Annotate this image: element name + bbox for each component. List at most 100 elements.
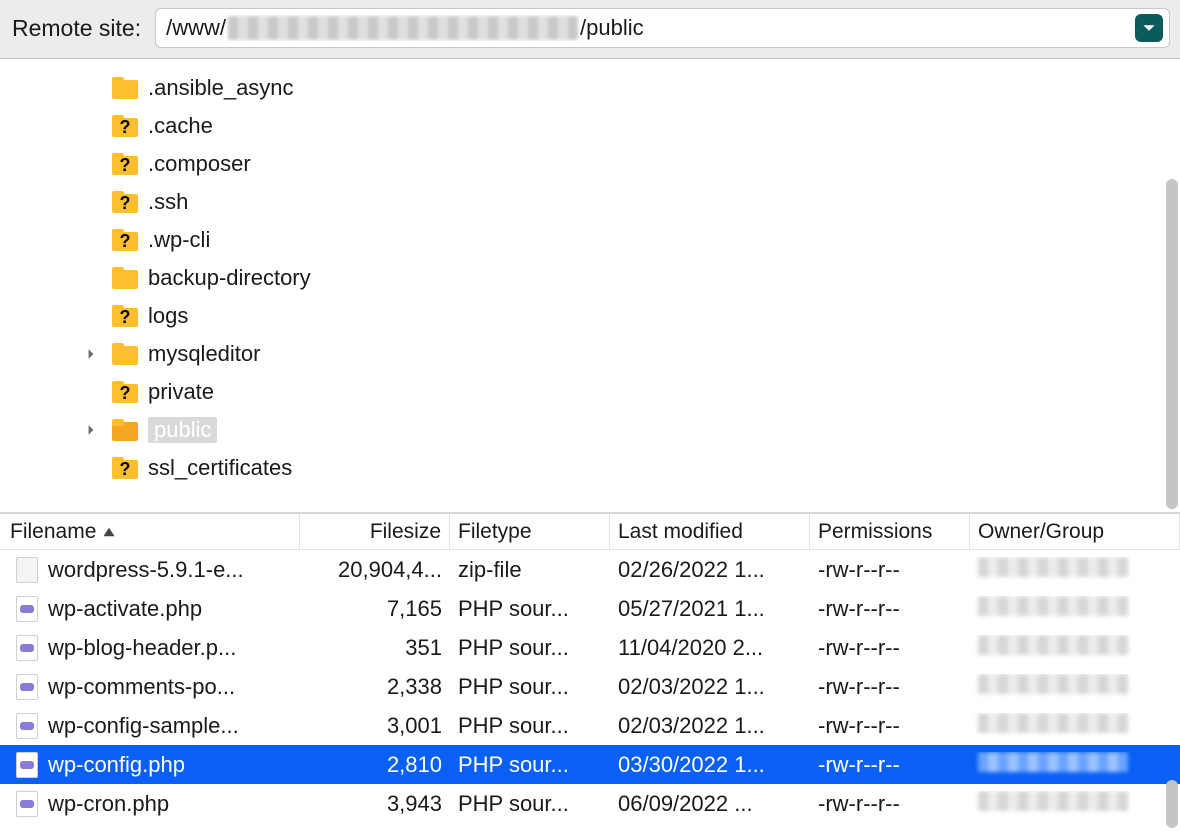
column-header-filename[interactable]: Filename	[0, 514, 300, 549]
column-label: Filetype	[458, 520, 532, 544]
tree-item[interactable]: ? private	[0, 373, 1180, 411]
path-suffix: /public	[580, 15, 644, 41]
remote-site-label: Remote site:	[12, 15, 145, 42]
php-file-icon	[16, 635, 38, 661]
file-name-cell: wp-comments-po...	[8, 674, 300, 700]
remote-directory-tree[interactable]: .ansible_async ?.cache?.composer? .ssh? .wp…	[0, 59, 1180, 514]
file-row[interactable]: wp-activate.php7,165PHP sour...05/27/202…	[0, 589, 1180, 628]
file-modified: 02/03/2022 1...	[610, 674, 810, 700]
php-file-icon	[16, 674, 38, 700]
tree-item[interactable]: ?ssl_certificates	[0, 449, 1180, 487]
expand-chevron-icon[interactable]	[80, 348, 102, 360]
remote-file-list[interactable]: Filename Filesize Filetype Last modified…	[0, 514, 1180, 834]
tree-item[interactable]: .ansible_async	[0, 69, 1180, 107]
file-size: 2,338	[300, 674, 450, 700]
folder-icon	[112, 77, 138, 99]
file-name: wordpress-5.9.1-e...	[48, 557, 244, 583]
file-modified: 02/26/2022 1...	[610, 557, 810, 583]
file-name-cell: wp-blog-header.p...	[8, 635, 300, 661]
file-name: wp-cron.php	[48, 791, 169, 817]
file-name-cell: wordpress-5.9.1-e...	[8, 557, 300, 583]
path-prefix: /www/	[166, 15, 226, 41]
question-mark-icon: ?	[112, 384, 138, 403]
file-owner	[970, 674, 1180, 700]
sort-ascending-icon	[102, 525, 116, 539]
file-name-cell: wp-activate.php	[8, 596, 300, 622]
remote-path-text: /www/ /public	[166, 15, 1135, 41]
file-type: PHP sour...	[450, 596, 610, 622]
file-row[interactable]: wp-blog-header.p...351PHP sour...11/04/2…	[0, 628, 1180, 667]
file-permissions: -rw-r--r--	[810, 557, 970, 583]
column-label: Permissions	[818, 520, 932, 544]
question-mark-icon: ?	[112, 194, 138, 213]
file-name-cell: wp-config.php	[8, 752, 300, 778]
tree-item-label: .wp-cli	[148, 227, 210, 253]
path-dropdown-button[interactable]	[1135, 14, 1163, 42]
file-size: 7,165	[300, 596, 450, 622]
tree-item-label: backup-directory	[148, 265, 311, 291]
column-label: Filename	[10, 520, 96, 544]
column-header-filesize[interactable]: Filesize	[300, 514, 450, 549]
file-name: wp-activate.php	[48, 596, 202, 622]
expand-chevron-icon[interactable]	[80, 424, 102, 436]
tree-item[interactable]: ?.cache	[0, 107, 1180, 145]
tree-item[interactable]: ? logs	[0, 297, 1180, 335]
chevron-down-icon	[1142, 21, 1156, 35]
file-owner	[970, 557, 1180, 583]
folder-unknown-icon: ?	[112, 229, 138, 251]
file-row[interactable]: wp-config.php2,810PHP sour...03/30/2022 …	[0, 745, 1180, 784]
file-modified: 03/30/2022 1...	[610, 752, 810, 778]
file-owner	[970, 791, 1180, 817]
file-owner	[970, 635, 1180, 661]
tree-item-label: logs	[148, 303, 188, 329]
tree-item-label: ssl_certificates	[148, 455, 292, 481]
file-size: 351	[300, 635, 450, 661]
file-row[interactable]: wp-comments-po...2,338PHP sour...02/03/2…	[0, 667, 1180, 706]
tree-item[interactable]: mysqleditor	[0, 335, 1180, 373]
folder-icon	[112, 343, 138, 365]
tree-item-label: private	[148, 379, 214, 405]
folder-unknown-icon: ?	[112, 153, 138, 175]
tree-scrollbar[interactable]	[1166, 179, 1178, 509]
file-list-scrollbar[interactable]	[1166, 780, 1178, 828]
question-mark-icon: ?	[112, 156, 138, 175]
php-file-icon	[16, 713, 38, 739]
tree-item-label: .ssh	[148, 189, 188, 215]
tree-item[interactable]: backup-directory	[0, 259, 1180, 297]
file-size: 3,001	[300, 713, 450, 739]
file-type: PHP sour...	[450, 635, 610, 661]
folder-unknown-icon: ?	[112, 305, 138, 327]
column-header-modified[interactable]: Last modified	[610, 514, 810, 549]
redacted-segment	[228, 16, 578, 40]
redacted-owner	[978, 752, 1128, 772]
file-type: PHP sour...	[450, 752, 610, 778]
folder-icon	[112, 419, 138, 441]
column-header-owner[interactable]: Owner/Group	[970, 514, 1180, 549]
file-type: PHP sour...	[450, 713, 610, 739]
file-row[interactable]: wordpress-5.9.1-e...20,904,4...zip-file0…	[0, 550, 1180, 589]
remote-path-field[interactable]: /www/ /public	[155, 8, 1170, 48]
question-mark-icon: ?	[112, 118, 138, 137]
redacted-owner	[978, 791, 1128, 811]
tree-item[interactable]: ?.composer	[0, 145, 1180, 183]
file-permissions: -rw-r--r--	[810, 674, 970, 700]
file-owner	[970, 596, 1180, 622]
folder-unknown-icon: ?	[112, 381, 138, 403]
redacted-owner	[978, 674, 1128, 694]
file-modified: 06/09/2022 ...	[610, 791, 810, 817]
tree-item[interactable]: public	[0, 411, 1180, 449]
column-header-filetype[interactable]: Filetype	[450, 514, 610, 549]
file-row[interactable]: wp-cron.php3,943PHP sour...06/09/2022 ..…	[0, 784, 1180, 823]
file-size: 20,904,4...	[300, 557, 450, 583]
file-size: 2,810	[300, 752, 450, 778]
tree-item[interactable]: ? .wp-cli	[0, 221, 1180, 259]
column-header-permissions[interactable]: Permissions	[810, 514, 970, 549]
php-file-icon	[16, 596, 38, 622]
file-name: wp-blog-header.p...	[48, 635, 236, 661]
file-row[interactable]: wp-config-sample...3,001PHP sour...02/03…	[0, 706, 1180, 745]
tree-item-label: .ansible_async	[148, 75, 294, 101]
php-file-icon	[16, 752, 38, 778]
column-label: Last modified	[618, 520, 743, 544]
tree-item[interactable]: ? .ssh	[0, 183, 1180, 221]
zip-file-icon	[16, 557, 38, 583]
